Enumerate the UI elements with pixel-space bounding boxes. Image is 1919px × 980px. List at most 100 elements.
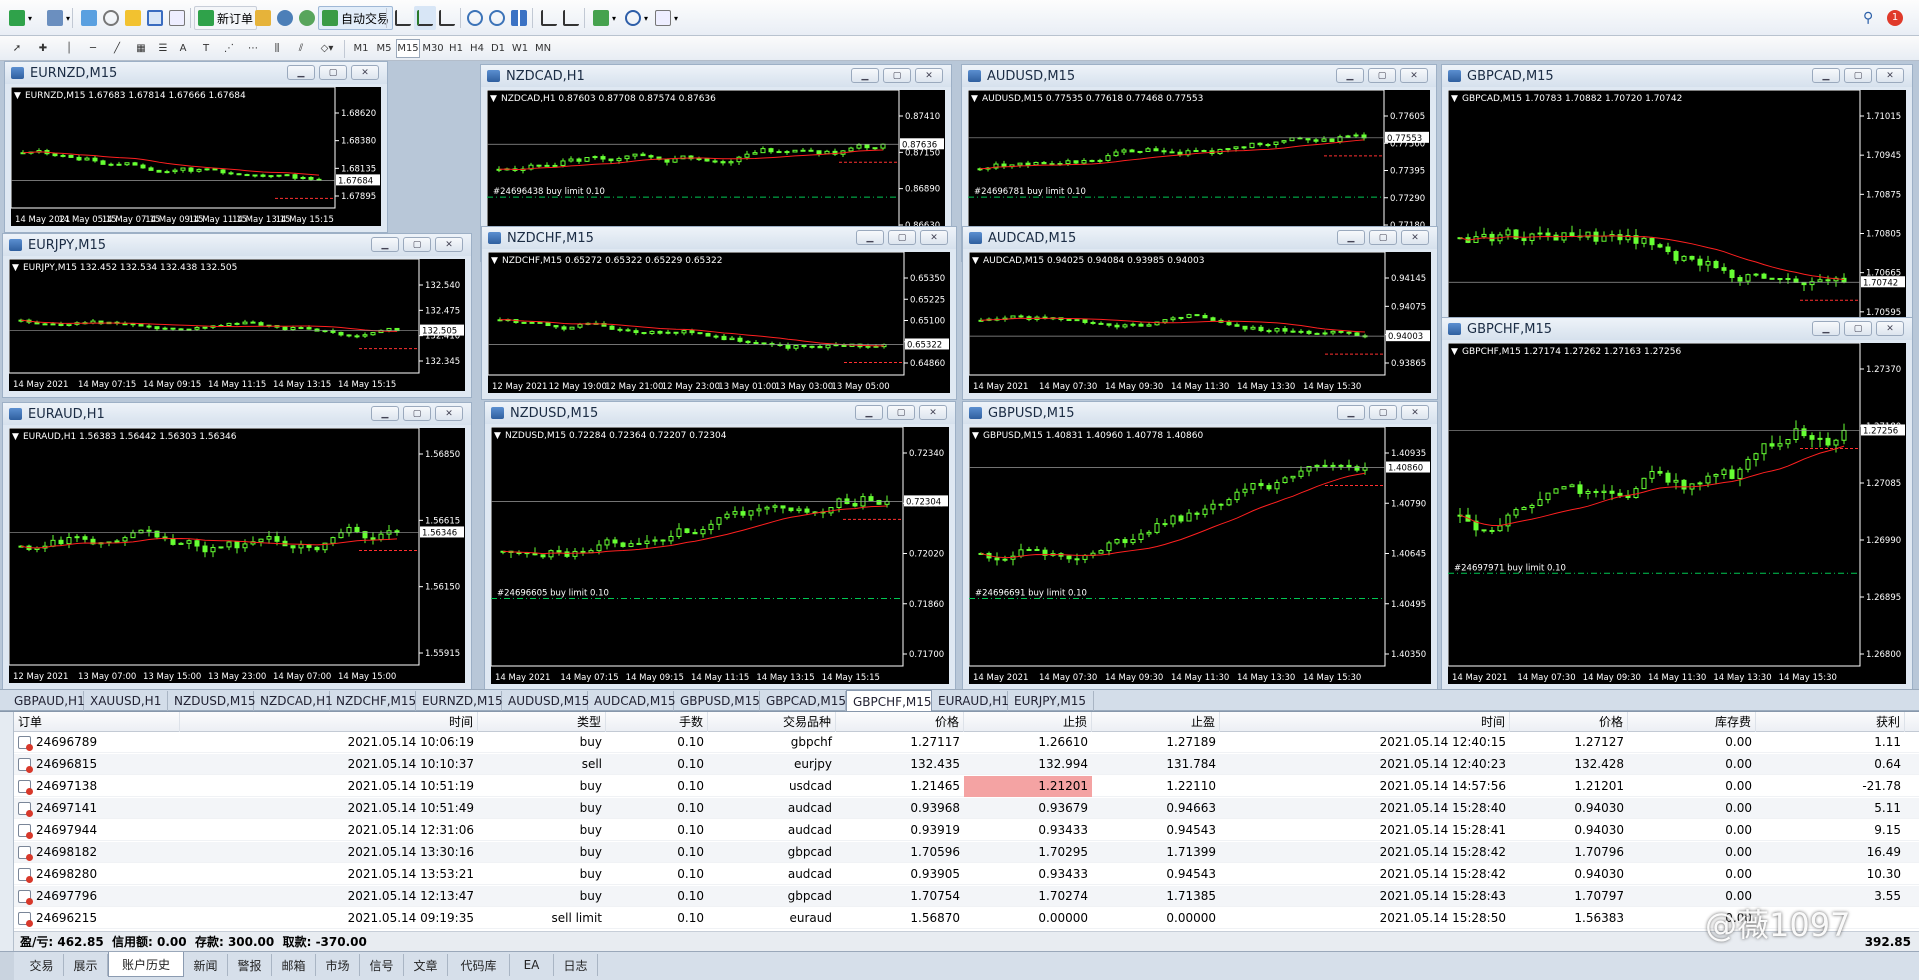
maximize-button[interactable]: ▢ bbox=[1369, 230, 1397, 245]
terminal-tab[interactable]: EA bbox=[510, 954, 554, 976]
price-chart[interactable]: GBPUSD,M15 1.40831 1.40960 1.40778 1.408… bbox=[969, 427, 1433, 686]
maximize-button[interactable]: ▢ bbox=[888, 230, 916, 245]
column-header[interactable]: 价格 bbox=[836, 712, 964, 732]
fibonacci-tool[interactable]: ☰ bbox=[154, 39, 172, 58]
price-chart[interactable]: EURJPY,M15 132.452 132.534 132.438 132.5… bbox=[9, 259, 467, 393]
chart-window-title[interactable]: AUDCAD,M15 bbox=[963, 227, 1437, 249]
maximize-button[interactable]: ▢ bbox=[403, 406, 431, 421]
close-button[interactable]: ✕ bbox=[1876, 68, 1904, 83]
chart-window-audcad[interactable]: AUDCAD,M15 ▁ ▢ ✕ AUDCAD,M15 0.94025 0.94… bbox=[962, 226, 1438, 400]
chart-canvas[interactable]: AUDCAD,M15 0.94025 0.94084 0.93985 0.940… bbox=[969, 252, 1431, 393]
chart-tab[interactable]: GBPAUD,H1 bbox=[8, 691, 85, 711]
regression-tool[interactable]: ⫽ bbox=[292, 39, 310, 58]
new-chart-button[interactable]: ▾ bbox=[6, 6, 35, 30]
notifications-button[interactable]: 1 bbox=[1884, 6, 1906, 30]
chart-tab[interactable]: EURAUD,H1 bbox=[932, 691, 1009, 711]
column-header[interactable]: 库存费 bbox=[1628, 712, 1756, 732]
price-chart[interactable]: NZDCHF,M15 0.65272 0.65322 0.65229 0.653… bbox=[488, 252, 952, 395]
chart-window-euraud[interactable]: EURAUD,H1 ▁ ▢ ✕ EURAUD,H1 1.56383 1.5644… bbox=[2, 402, 472, 690]
chart-window-title[interactable]: EURAUD,H1 bbox=[3, 403, 471, 425]
zoom-out-button[interactable] bbox=[486, 6, 508, 30]
periods-button[interactable]: ▾ bbox=[622, 6, 651, 30]
metaeditor-button[interactable] bbox=[252, 6, 274, 30]
close-button[interactable]: ✕ bbox=[915, 68, 943, 83]
bar-chart-button[interactable] bbox=[392, 6, 414, 30]
maximize-button[interactable]: ▢ bbox=[883, 68, 911, 83]
chart-canvas[interactable]: NZDUSD,M15 0.72284 0.72364 0.72207 0.723… bbox=[491, 427, 949, 684]
candle-chart-button[interactable] bbox=[414, 6, 436, 30]
auto-trading-button[interactable]: 自动交易 bbox=[318, 6, 394, 30]
history-row[interactable]: 24698280 2021.05.14 13:53:21 buy 0.10 audcad… bbox=[14, 864, 1919, 885]
terminal-tab[interactable]: 市场 bbox=[316, 954, 360, 976]
column-header[interactable]: 时间 bbox=[1220, 712, 1510, 732]
chart-tab[interactable]: EURNZD,M15 bbox=[416, 691, 503, 711]
tf-d1[interactable]: D1 bbox=[488, 39, 508, 58]
chart-tab[interactable]: NZDCHF,M15 bbox=[330, 691, 416, 711]
chart-canvas[interactable]: EURJPY,M15 132.452 132.534 132.438 132.5… bbox=[9, 259, 465, 391]
close-button[interactable]: ✕ bbox=[435, 237, 463, 252]
terminal-tab[interactable]: 交易 bbox=[20, 954, 64, 976]
history-row[interactable]: 24697141 2021.05.14 10:51:49 buy 0.10 audcad… bbox=[14, 798, 1919, 819]
history-row[interactable]: 24696789 2021.05.14 10:06:19 buy 0.10 gbpchf… bbox=[14, 732, 1919, 753]
gann-tool[interactable]: ⋰ bbox=[220, 39, 238, 58]
close-button[interactable]: ✕ bbox=[351, 65, 379, 80]
close-button[interactable]: ✕ bbox=[920, 230, 948, 245]
minimize-button[interactable]: ▁ bbox=[1337, 230, 1365, 245]
maximize-button[interactable]: ▢ bbox=[403, 237, 431, 252]
chart-tab[interactable]: AUDUSD,M15 bbox=[502, 691, 589, 711]
chart-window-nzdusd[interactable]: NZDUSD,M15 ▁ ▢ ✕ NZDUSD,M15 0.72284 0.72… bbox=[484, 401, 956, 691]
chart-tab[interactable]: NZDCAD,H1 bbox=[254, 691, 333, 711]
chart-tab[interactable]: GBPCAD,M15 bbox=[760, 691, 846, 711]
close-button[interactable]: ✕ bbox=[919, 405, 947, 420]
new-order-button[interactable]: 新订单 bbox=[194, 6, 258, 30]
channel-tool[interactable]: ▦ bbox=[132, 39, 150, 58]
maximize-button[interactable]: ▢ bbox=[1844, 321, 1872, 336]
maximize-button[interactable]: ▢ bbox=[1369, 405, 1397, 420]
chart-canvas[interactable]: GBPUSD,M15 1.40831 1.40960 1.40778 1.408… bbox=[969, 427, 1431, 684]
cycle-lines-tool[interactable]: ⫼ bbox=[268, 39, 286, 58]
minimize-button[interactable]: ▁ bbox=[371, 237, 399, 252]
chart-window-eurjpy[interactable]: EURJPY,M15 ▁ ▢ ✕ EURJPY,M15 132.452 132.… bbox=[2, 233, 472, 398]
chart-shift-button[interactable] bbox=[538, 6, 560, 30]
chart-window-eurnzd[interactable]: EURNZD,M15 ▁ ▢ ✕ EURNZD,M15 1.67683 1.67… bbox=[4, 61, 388, 233]
tf-m30[interactable]: M30 bbox=[421, 39, 445, 58]
minimize-button[interactable]: ▁ bbox=[371, 406, 399, 421]
chart-window-title[interactable]: AUDUSD,M15 bbox=[962, 65, 1436, 87]
terminal-tab[interactable]: 日志 bbox=[554, 954, 598, 976]
tf-h4[interactable]: H4 bbox=[467, 39, 487, 58]
chart-tab[interactable]: EURJPY,M15 bbox=[1008, 691, 1094, 711]
column-header[interactable]: 类型 bbox=[478, 712, 606, 732]
column-header[interactable]: 止损 bbox=[964, 712, 1092, 732]
pitchfork-tool[interactable]: ⋯ bbox=[244, 39, 262, 58]
minimize-button[interactable]: ▁ bbox=[1812, 321, 1840, 336]
chart-window-nzdchf[interactable]: NZDCHF,M15 ▁ ▢ ✕ NZDCHF,M15 0.65272 0.65… bbox=[481, 226, 957, 400]
vertical-line-tool[interactable]: │ bbox=[60, 39, 78, 58]
history-row[interactable]: 24697944 2021.05.14 12:31:06 buy 0.10 audcad… bbox=[14, 820, 1919, 841]
chart-window-title[interactable]: NZDCAD,H1 bbox=[481, 65, 951, 87]
chart-window-title[interactable]: NZDCHF,M15 bbox=[482, 227, 956, 249]
minimize-button[interactable]: ▁ bbox=[851, 68, 879, 83]
terminal-toggle[interactable] bbox=[0, 952, 14, 980]
maximize-button[interactable]: ▢ bbox=[887, 405, 915, 420]
minimize-button[interactable]: ▁ bbox=[287, 65, 315, 80]
horizontal-line-tool[interactable]: ─ bbox=[84, 39, 102, 58]
terminal-tab[interactable]: 代码库 bbox=[448, 954, 510, 976]
autoscroll-button[interactable] bbox=[560, 6, 582, 30]
chart-window-title[interactable]: EURJPY,M15 bbox=[3, 234, 471, 256]
tf-w1[interactable]: W1 bbox=[509, 39, 531, 58]
close-button[interactable]: ✕ bbox=[1401, 405, 1429, 420]
chart-window-title[interactable]: NZDUSD,M15 bbox=[485, 402, 955, 424]
minimize-button[interactable]: ▁ bbox=[1812, 68, 1840, 83]
history-row[interactable]: 24697138 2021.05.14 10:51:19 buy 0.10 usdcad… bbox=[14, 776, 1919, 797]
market-watch-button[interactable] bbox=[78, 6, 100, 30]
line-chart-button[interactable] bbox=[436, 6, 458, 30]
vps-button[interactable] bbox=[296, 6, 318, 30]
tf-h1[interactable]: H1 bbox=[446, 39, 466, 58]
trendline-tool[interactable]: ╱ bbox=[108, 39, 126, 58]
price-chart[interactable]: EURAUD,H1 1.56383 1.56442 1.56303 1.5634… bbox=[9, 428, 467, 685]
terminal-tab[interactable]: 新闻 bbox=[184, 954, 228, 976]
strategy-tester-button[interactable] bbox=[166, 6, 188, 30]
minimize-button[interactable]: ▁ bbox=[856, 230, 884, 245]
close-button[interactable]: ✕ bbox=[1400, 68, 1428, 83]
terminal-tab[interactable]: 展示 bbox=[64, 954, 108, 976]
